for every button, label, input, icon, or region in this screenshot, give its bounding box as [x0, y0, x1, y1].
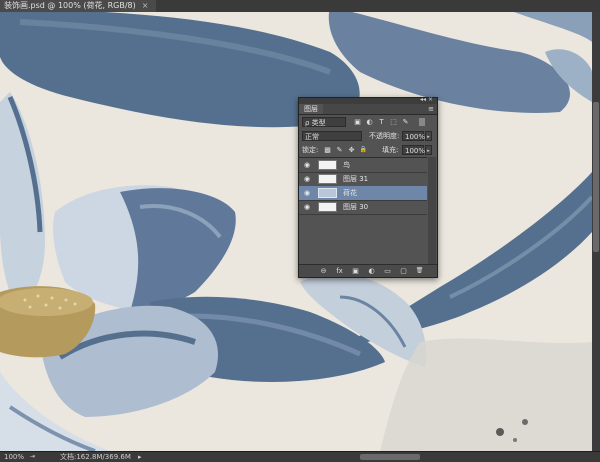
layer-name: 图层 31: [343, 175, 369, 183]
close-icon[interactable]: ×: [142, 1, 149, 10]
layer-name: 图层 30: [343, 203, 369, 211]
lock-row: 锁定: ▩ ✎ ✥ 🔒 填充: 100% ▸: [299, 143, 437, 157]
layer-row[interactable]: ◉ 图层 30: [299, 200, 427, 215]
filter-toggle-switch[interactable]: [419, 118, 425, 126]
filter-row: ρ 类型 ▣ ◐ T ⬚ ✎: [299, 115, 437, 129]
vertical-scrollbar[interactable]: [592, 12, 600, 451]
layers-scrollbar[interactable]: [428, 157, 436, 265]
lock-transparent-icon[interactable]: ▩: [323, 146, 332, 154]
link-layers-icon[interactable]: ⊖: [319, 267, 328, 275]
delete-layer-icon[interactable]: 🗑: [415, 267, 424, 275]
layer-thumbnail: [318, 160, 337, 170]
layers-list: ◉ 鸟 ◉ 图层 31 ◉ 荷花 ◉ 图层 30: [299, 157, 427, 266]
new-group-icon[interactable]: ▭: [383, 267, 392, 275]
layer-row[interactable]: ◉ 鸟: [299, 158, 427, 173]
status-bar: 100% ⇥ 文档:162.8M/369.6M ▸: [0, 451, 600, 462]
layer-thumbnail: [318, 174, 337, 184]
layer-row-selected[interactable]: ◉ 荷花: [299, 186, 427, 201]
opacity-input[interactable]: 100%: [402, 131, 425, 141]
filter-text-icon[interactable]: T: [377, 118, 386, 126]
panel-tab-bar: 图层 ≡: [299, 104, 437, 115]
opacity-label: 不透明度:: [369, 132, 400, 140]
lock-position-icon[interactable]: ✥: [347, 146, 356, 154]
add-mask-icon[interactable]: ▣: [351, 267, 360, 275]
panel-menu-icon[interactable]: ≡: [428, 104, 434, 114]
fx-icon[interactable]: fx: [335, 267, 344, 275]
filter-shape-icon[interactable]: ⬚: [389, 118, 398, 126]
fill-label: 填充:: [382, 146, 399, 154]
blend-row: 正常 不透明度: 100% ▸: [299, 129, 437, 143]
blend-mode-select[interactable]: 正常: [302, 131, 362, 141]
fill-dropdown-arrow[interactable]: ▸: [425, 145, 432, 155]
fill-input[interactable]: 100%: [402, 145, 425, 155]
filter-adjustment-icon[interactable]: ◐: [365, 118, 374, 126]
tab-layers[interactable]: 图层: [299, 104, 323, 114]
vertical-scroll-thumb[interactable]: [593, 102, 599, 252]
document-tab-title: 装饰画.psd @ 100% (荷花, RGB/8): [4, 1, 136, 10]
panel-footer: ⊖ fx ▣ ◐ ▭ ▢ 🗑: [299, 264, 437, 277]
canvas-artwork[interactable]: [0, 12, 592, 451]
lotus-painting: [0, 12, 592, 451]
layer-thumbnail: [318, 202, 337, 212]
eye-icon[interactable]: ◉: [302, 189, 312, 197]
eye-icon[interactable]: ◉: [302, 175, 312, 183]
lock-label: 锁定:: [302, 146, 319, 154]
layer-row[interactable]: ◉ 图层 31: [299, 172, 427, 187]
document-tab[interactable]: 装饰画.psd @ 100% (荷花, RGB/8) ×: [0, 0, 157, 12]
panel-collapse-close[interactable]: ◂◂ ×: [420, 96, 433, 103]
filter-pixel-icon[interactable]: ▣: [353, 118, 362, 126]
filter-smart-object-icon[interactable]: ✎: [401, 118, 410, 126]
layer-name: 鸟: [343, 161, 350, 169]
layer-thumbnail: [318, 188, 337, 198]
eye-icon[interactable]: ◉: [302, 203, 312, 211]
opacity-dropdown-arrow[interactable]: ▸: [425, 131, 432, 141]
lock-image-icon[interactable]: ✎: [335, 146, 344, 154]
lock-all-icon[interactable]: 🔒: [359, 146, 368, 154]
layer-name: 荷花: [343, 189, 357, 197]
eye-icon[interactable]: ◉: [302, 161, 312, 169]
adjustment-layer-icon[interactable]: ◐: [367, 267, 376, 275]
filter-type-select[interactable]: ρ 类型: [302, 117, 346, 127]
new-layer-icon[interactable]: ▢: [399, 267, 408, 275]
layers-panel: ◂◂ × 图层 ≡ ρ 类型 ▣ ◐ T ⬚ ✎ 正常 不透明度: 100% ▸…: [298, 96, 438, 278]
horizontal-scroll-thumb[interactable]: [360, 454, 420, 460]
